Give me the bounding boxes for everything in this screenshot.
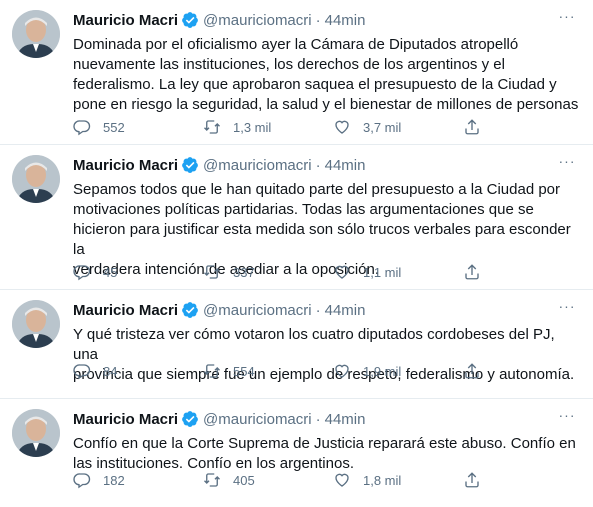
retweet-button[interactable]: 337 bbox=[203, 263, 333, 281]
tweet[interactable]: Mauricio Macri @mauriciomacri · 44min ··… bbox=[0, 145, 593, 290]
avatar[interactable] bbox=[12, 300, 60, 348]
like-icon bbox=[335, 473, 349, 487]
verified-badge-icon bbox=[181, 410, 199, 428]
tweet-text: Confío en que la Corte Suprema de Justic… bbox=[73, 435, 576, 472]
reply-icon bbox=[73, 473, 91, 489]
author-handle[interactable]: @mauriciomacri bbox=[203, 157, 312, 174]
like-button[interactable]: 1,9 mil bbox=[333, 362, 463, 380]
like-count: 1,1 mil bbox=[363, 264, 402, 280]
share-button[interactable] bbox=[463, 471, 503, 489]
reply-button[interactable]: 45 bbox=[73, 263, 203, 281]
author-handle[interactable]: @mauriciomacri bbox=[203, 12, 312, 29]
tweet-timestamp[interactable]: 44min bbox=[325, 12, 366, 29]
tweet[interactable]: Mauricio Macri @mauriciomacri · 44min ··… bbox=[0, 290, 593, 399]
like-count: 3,7 mil bbox=[363, 119, 402, 135]
more-icon[interactable]: ··· bbox=[555, 153, 579, 169]
like-icon bbox=[335, 364, 349, 378]
author-handle[interactable]: @mauriciomacri bbox=[203, 411, 312, 428]
share-button[interactable] bbox=[463, 263, 503, 281]
avatar[interactable] bbox=[12, 409, 60, 457]
author-handle[interactable]: @mauriciomacri bbox=[203, 302, 312, 319]
retweet-icon bbox=[204, 473, 220, 487]
tweet-header: Mauricio Macri @mauriciomacri · 44min ··… bbox=[73, 298, 583, 320]
tweet-header: Mauricio Macri @mauriciomacri · 44min ··… bbox=[73, 8, 583, 30]
author-name[interactable]: Mauricio Macri bbox=[73, 12, 178, 29]
retweet-icon bbox=[204, 265, 220, 279]
verified-badge-icon bbox=[181, 11, 199, 29]
retweet-icon bbox=[204, 120, 220, 134]
retweet-button[interactable]: 405 bbox=[203, 471, 333, 489]
tweet-actions: 552 1,3 mil 3,7 mil bbox=[73, 117, 503, 137]
retweet-count: 405 bbox=[233, 472, 255, 488]
like-count: 1,9 mil bbox=[363, 363, 402, 379]
share-button[interactable] bbox=[463, 118, 503, 136]
verified-badge-icon bbox=[181, 301, 199, 319]
tweet-timestamp[interactable]: 44min bbox=[325, 302, 366, 319]
reply-count: 552 bbox=[103, 119, 125, 135]
author-name[interactable]: Mauricio Macri bbox=[73, 411, 178, 428]
more-icon[interactable]: ··· bbox=[555, 407, 579, 423]
reply-button[interactable]: 84 bbox=[73, 362, 203, 380]
reply-button[interactable]: 182 bbox=[73, 471, 203, 489]
retweet-icon bbox=[204, 364, 220, 378]
like-button[interactable]: 1,1 mil bbox=[333, 263, 463, 281]
retweet-count: 554 bbox=[233, 363, 255, 379]
tweet-feed: Mauricio Macri @mauriciomacri · 44min ··… bbox=[0, 0, 593, 507]
author-name[interactable]: Mauricio Macri bbox=[73, 302, 178, 319]
reply-count: 182 bbox=[103, 472, 125, 488]
share-icon bbox=[465, 119, 479, 135]
like-button[interactable]: 1,8 mil bbox=[333, 471, 463, 489]
tweet-timestamp[interactable]: 44min bbox=[325, 411, 366, 428]
tweet[interactable]: Mauricio Macri @mauriciomacri · 44min ··… bbox=[0, 0, 593, 145]
like-icon bbox=[335, 120, 349, 134]
tweet-actions: 45 337 1,1 mil bbox=[73, 262, 503, 282]
tweet[interactable]: Mauricio Macri @mauriciomacri · 44min ··… bbox=[0, 399, 593, 507]
share-icon bbox=[465, 264, 479, 280]
verified-badge-icon bbox=[181, 156, 199, 174]
tweet-actions: 182 405 1,8 mil bbox=[73, 470, 503, 490]
separator-dot: · bbox=[315, 410, 321, 428]
reply-icon bbox=[73, 364, 91, 380]
author-name[interactable]: Mauricio Macri bbox=[73, 157, 178, 174]
share-icon bbox=[465, 363, 479, 379]
tweet-header: Mauricio Macri @mauriciomacri · 44min ··… bbox=[73, 407, 583, 429]
more-icon[interactable]: ··· bbox=[555, 298, 579, 314]
share-button[interactable] bbox=[463, 362, 503, 380]
reply-count: 45 bbox=[103, 264, 118, 280]
reply-count: 84 bbox=[103, 363, 118, 379]
like-count: 1,8 mil bbox=[363, 472, 402, 488]
separator-dot: · bbox=[315, 156, 321, 174]
retweet-button[interactable]: 1,3 mil bbox=[203, 118, 333, 136]
share-icon bbox=[465, 472, 479, 488]
tweet-text: Dominada por el oficialismo ayer la Cáma… bbox=[73, 36, 579, 113]
separator-dot: · bbox=[315, 11, 321, 29]
reply-icon bbox=[73, 120, 91, 136]
more-icon[interactable]: ··· bbox=[555, 8, 579, 24]
tweet-actions: 84 554 1,9 mil bbox=[73, 361, 503, 381]
like-button[interactable]: 3,7 mil bbox=[333, 118, 463, 136]
reply-icon bbox=[73, 265, 91, 281]
avatar[interactable] bbox=[12, 10, 60, 58]
tweet-timestamp[interactable]: 44min bbox=[325, 157, 366, 174]
reply-button[interactable]: 552 bbox=[73, 118, 203, 136]
like-icon bbox=[335, 265, 349, 279]
retweet-count: 337 bbox=[233, 264, 255, 280]
tweet-header: Mauricio Macri @mauriciomacri · 44min ··… bbox=[73, 153, 583, 175]
retweet-button[interactable]: 554 bbox=[203, 362, 333, 380]
separator-dot: · bbox=[315, 301, 321, 319]
avatar[interactable] bbox=[12, 155, 60, 203]
retweet-count: 1,3 mil bbox=[233, 119, 272, 135]
